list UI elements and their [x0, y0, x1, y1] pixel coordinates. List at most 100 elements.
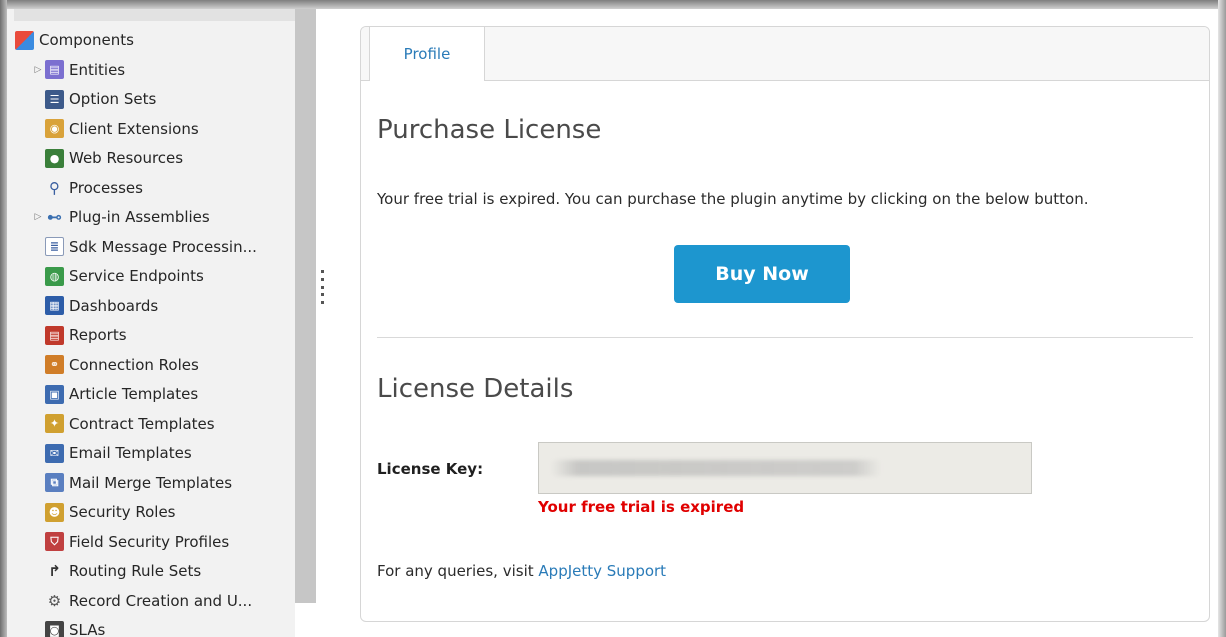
sidebar-item-label: Processes	[69, 178, 143, 197]
sidebar-item-sdk-message-processin[interactable]: ≣ Sdk Message Processin...	[33, 233, 257, 261]
sidebar-item-label: Field Security Profiles	[69, 532, 230, 551]
sidebar-item-field-security-profiles[interactable]: ⛉ Field Security Profiles	[33, 528, 229, 556]
tab-strip: Profile	[361, 27, 1209, 81]
sidebar-item-label: Contract Templates	[69, 414, 215, 433]
sidebar-item-label: Components	[39, 31, 134, 49]
sidebar-item-security-roles[interactable]: ☻ Security Roles	[33, 498, 176, 526]
sidebar-item-label: Client Extensions	[69, 119, 199, 138]
sidebar-item-label: Sdk Message Processin...	[69, 237, 257, 256]
sidebar-item-label: Service Endpoints	[69, 267, 204, 285]
dashboards-icon: ▦	[45, 296, 64, 315]
buy-now-button[interactable]: Buy Now	[674, 245, 850, 303]
expand-arrow-icon[interactable]: ▷	[33, 56, 43, 84]
sidebar-item-processes[interactable]: ⚲ Processes	[33, 174, 143, 202]
sidebar-item-label: Option Sets	[69, 90, 157, 108]
sidebar-scrollbar[interactable]	[295, 9, 316, 603]
reports-icon: ▤	[45, 325, 64, 345]
window-top-border	[0, 0, 1226, 9]
sidebar-item-label: SLAs	[69, 621, 106, 637]
mail-merge-icon: ⧉	[45, 473, 64, 492]
sidebar-item-label: Mail Merge Templates	[69, 473, 233, 492]
sidebar-item-connection-roles[interactable]: ⚭ Connection Roles	[33, 351, 199, 379]
sidebar-item-contract-templates[interactable]: ✦ Contract Templates	[33, 410, 215, 438]
expand-arrow-icon[interactable]: ▷	[33, 203, 43, 231]
client-extensions-icon: ◉	[45, 119, 64, 138]
trial-expired-message: Your free trial is expired. You can purc…	[377, 190, 1089, 208]
tab-profile[interactable]: Profile	[369, 27, 485, 81]
sidebar-item-routing-rule-sets[interactable]: ↱ Routing Rule Sets	[33, 557, 201, 585]
sidebar-item-label: Routing Rule Sets	[69, 562, 202, 580]
contract-templates-icon: ✦	[45, 414, 64, 433]
plugin-assemblies-icon: ⊷	[47, 208, 62, 226]
section-divider	[377, 337, 1193, 338]
components-icon	[15, 30, 34, 50]
sidebar-item-dashboards[interactable]: ▦ Dashboards	[33, 292, 158, 320]
sidebar-item-label: Email Templates	[69, 444, 192, 462]
sidebar-item-reports[interactable]: ▤ Reports	[33, 321, 127, 349]
sidebar-item-record-creation-and-u[interactable]: ⚙ Record Creation and U...	[33, 587, 252, 615]
processes-icon: ⚲	[49, 178, 60, 197]
purchase-license-heading: Purchase License	[377, 115, 602, 145]
connection-roles-icon: ⚭	[45, 355, 64, 374]
license-key-redacted-value	[551, 460, 881, 476]
sidebar-item-entities[interactable]: ▷ ▤ Entities	[33, 56, 125, 84]
sidebar-item-label: Record Creation and U...	[69, 591, 253, 610]
sdk-message-icon: ≣	[45, 237, 64, 256]
field-security-icon: ⛉	[45, 532, 64, 551]
sidebar-item-plug-in-assemblies[interactable]: ▷ ⊷ Plug-in Assemblies	[33, 203, 210, 231]
sidebar-item-mail-merge-templates[interactable]: ⧉ Mail Merge Templates	[33, 469, 232, 497]
window-right-border	[1218, 0, 1226, 637]
sidebar-item-client-extensions[interactable]: ◉ Client Extensions	[33, 115, 199, 143]
appjetty-support-link[interactable]: AppJetty Support	[538, 562, 666, 580]
sidebar-item-label: Web Resources	[69, 149, 184, 167]
sidebar-item-service-endpoints[interactable]: ◍ Service Endpoints	[33, 262, 204, 290]
sidebar-item-slas[interactable]: ◙ SLAs	[33, 616, 105, 637]
license-error-message: Your free trial is expired	[538, 498, 745, 516]
sidebar-item-web-resources[interactable]: ● Web Resources	[33, 144, 183, 172]
routing-rule-icon: ↱	[48, 562, 61, 580]
slas-icon: ◙	[45, 620, 64, 637]
window-left-border	[0, 0, 7, 637]
pane-splitter-handle[interactable]	[320, 270, 324, 304]
sidebar-item-label: Connection Roles	[69, 355, 199, 374]
license-details-heading: License Details	[377, 374, 574, 404]
sidebar-item-components[interactable]: Components	[15, 26, 134, 54]
license-panel: Profile Purchase License Your free trial…	[360, 26, 1210, 622]
entities-icon: ▤	[45, 60, 64, 79]
sidebar-item-article-templates[interactable]: ▣ Article Templates	[33, 380, 198, 408]
sidebar-item-label: Reports	[69, 326, 127, 344]
sidebar-item-partial[interactable]	[14, 9, 295, 21]
support-line: For any queries, visit AppJetty Support	[377, 562, 666, 580]
service-endpoints-icon: ◍	[45, 266, 64, 286]
sidebar-item-label: Article Templates	[69, 385, 199, 403]
sidebar-item-email-templates[interactable]: ✉ Email Templates	[33, 439, 192, 467]
sidebar-item-label: Dashboards	[69, 296, 159, 315]
email-templates-icon: ✉	[45, 443, 64, 463]
security-roles-icon: ☻	[45, 502, 64, 522]
web-resources-icon: ●	[45, 148, 64, 168]
option-sets-icon: ☰	[45, 89, 64, 109]
record-creation-icon: ⚙	[47, 591, 62, 610]
sidebar-item-label: Security Roles	[69, 503, 176, 521]
sidebar-item-option-sets[interactable]: ☰ Option Sets	[33, 85, 156, 113]
support-prefix-text: For any queries, visit	[377, 562, 539, 580]
solution-sidebar: Components ▷ ▤ Entities ☰ Option Sets ◉ Client …	[7, 9, 295, 637]
